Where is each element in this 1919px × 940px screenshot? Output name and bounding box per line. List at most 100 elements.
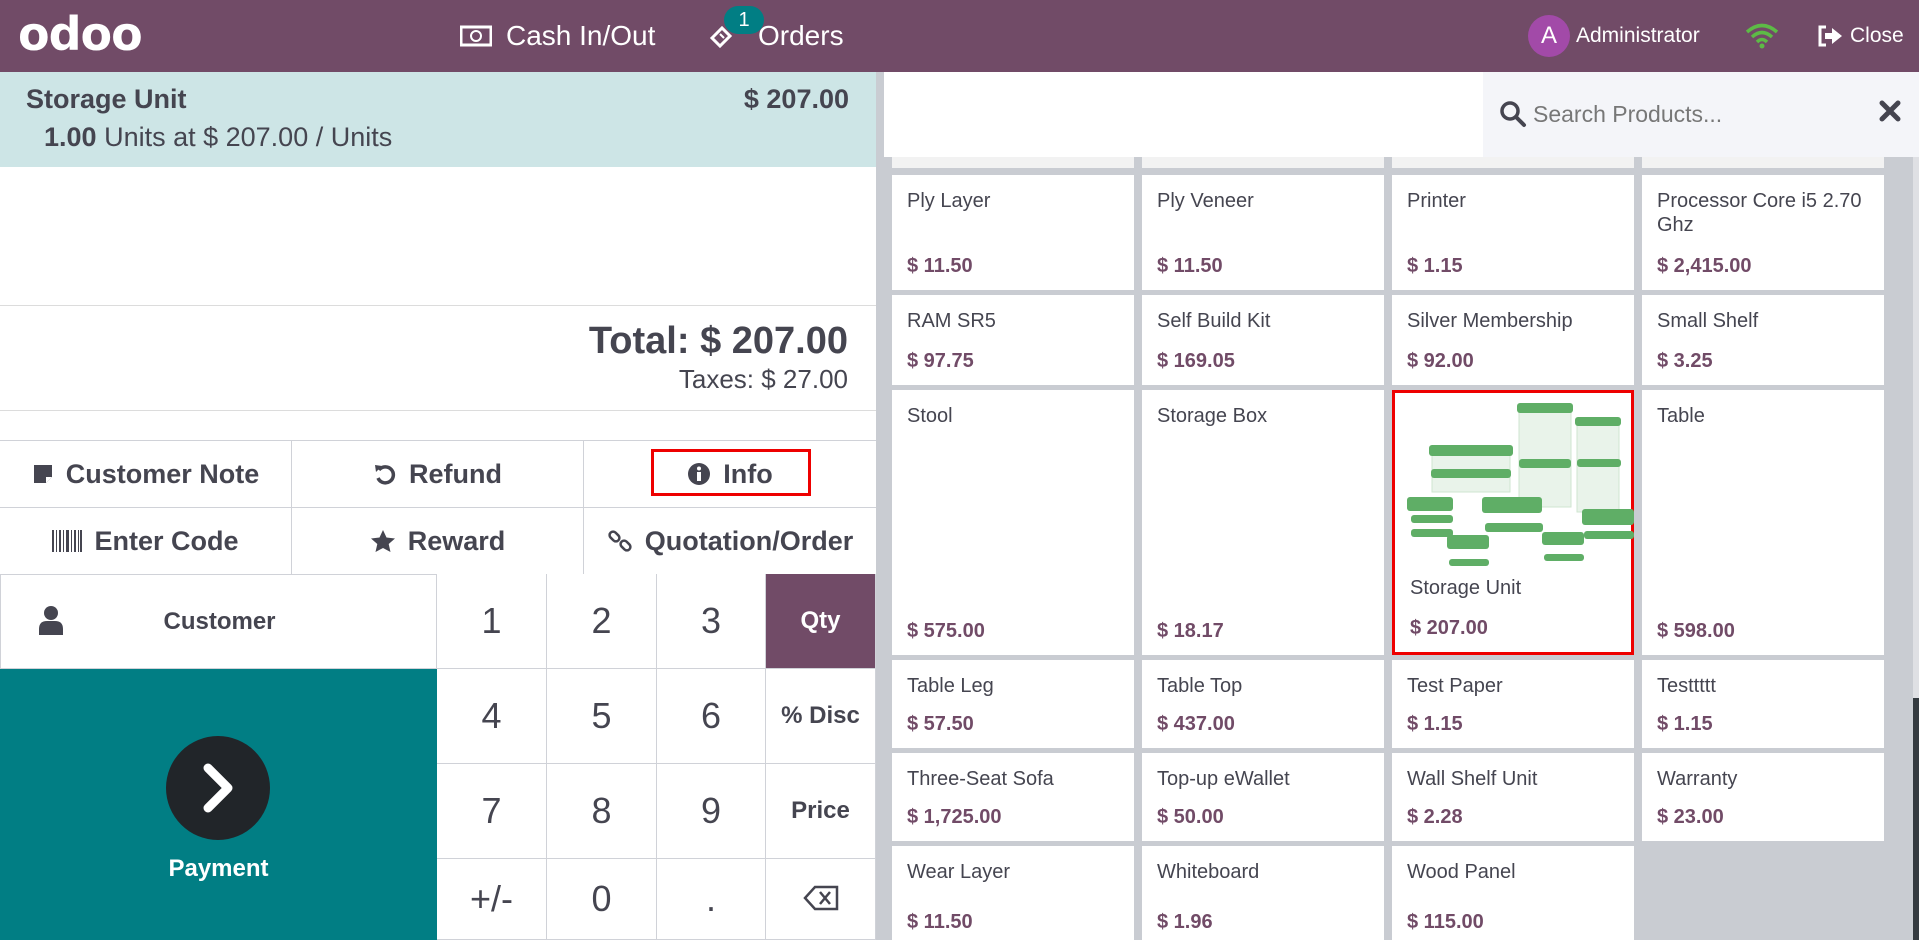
product-price: $ 207.00 xyxy=(1410,617,1488,639)
numpad-key-2[interactable]: 2 xyxy=(547,574,657,669)
product-tile[interactable]: Testtttt $ 1.15 xyxy=(1642,660,1884,748)
wifi-status-icon[interactable] xyxy=(1745,0,1779,72)
order-line-price: $ 207.00 xyxy=(743,84,849,114)
product-name: Storage Unit xyxy=(1410,577,1522,599)
product-tile[interactable]: Test Paper $ 1.15 xyxy=(1392,660,1634,748)
money-bill-icon xyxy=(460,25,492,47)
product-name: Storage Box xyxy=(1157,405,1268,427)
search-products-input[interactable] xyxy=(1533,94,1833,134)
product-tile[interactable]: Whiteboard $ 1.96 xyxy=(1142,846,1384,940)
refund-button[interactable]: Refund xyxy=(292,441,584,508)
product-tile[interactable]: Wear Layer $ 11.50 xyxy=(892,846,1134,940)
product-tile[interactable]: Storage Unit $ 207.00 xyxy=(1392,390,1634,655)
undo-icon xyxy=(373,462,397,486)
cash-in-out-button[interactable]: Cash In/Out xyxy=(460,0,655,72)
numpad-key-3[interactable]: 3 xyxy=(657,574,766,669)
numpad-key-1[interactable]: 1 xyxy=(437,574,547,669)
product-tile[interactable]: Top-up eWallet $ 50.00 xyxy=(1142,753,1384,841)
product-tile[interactable]: Table $ 598.00 xyxy=(1642,390,1884,655)
product-name: Testtttt xyxy=(1657,675,1716,697)
product-name: Wood Panel xyxy=(1407,861,1516,883)
mode-price-button[interactable]: Price xyxy=(766,764,876,859)
numpad-key-0[interactable]: 0 xyxy=(547,859,657,940)
quotation-order-button[interactable]: Quotation/Order xyxy=(584,508,876,575)
payment-label: Payment xyxy=(168,855,269,882)
product-price: $ 169.05 xyxy=(1157,350,1235,372)
cash-in-out-label: Cash In/Out xyxy=(506,20,656,51)
avatar: A xyxy=(1528,15,1570,57)
close-label: Close xyxy=(1850,24,1904,47)
scrollbar-thumb[interactable] xyxy=(1913,698,1919,940)
product-tile[interactable]: Wall Shelf Unit $ 2.28 xyxy=(1392,753,1634,841)
product-price: $ 97.75 xyxy=(907,350,974,372)
product-name: Table xyxy=(1657,405,1705,427)
numpad-key-decimal[interactable]: . xyxy=(657,859,766,940)
numpad-key-6[interactable]: 6 xyxy=(657,669,766,764)
enter-code-button[interactable]: Enter Code xyxy=(0,508,292,575)
product-panel: Ply Layer $ 11.50 Ply Veneer $ 11.50 Printer… xyxy=(884,72,1919,940)
odoo-logo[interactable]: odoo xyxy=(18,8,143,60)
info-button[interactable]: Info xyxy=(584,441,876,508)
enter-code-label: Enter Code xyxy=(94,525,239,556)
product-tile[interactable]: RAM SR5 $ 97.75 xyxy=(892,295,1134,385)
link-icon xyxy=(607,528,633,554)
user-menu[interactable]: A Administrator xyxy=(1528,0,1700,72)
product-price: $ 1.15 xyxy=(1657,713,1713,735)
numpad-key-5[interactable]: 5 xyxy=(547,669,657,764)
divider xyxy=(0,305,876,306)
search-bar xyxy=(1483,72,1919,157)
product-tile-partial[interactable] xyxy=(1642,157,1884,168)
orders-label: Orders xyxy=(758,20,844,51)
numpad-key-plus-minus[interactable]: +/- xyxy=(437,859,547,940)
product-tile[interactable]: Wood Panel $ 115.00 xyxy=(1392,846,1634,940)
numpad-key-8[interactable]: 8 xyxy=(547,764,657,859)
product-price: $ 50.00 xyxy=(1157,806,1224,828)
product-tile[interactable]: Stool $ 575.00 xyxy=(892,390,1134,655)
product-tile[interactable]: Storage Box $ 18.17 xyxy=(1142,390,1384,655)
numpad-key-7[interactable]: 7 xyxy=(437,764,547,859)
product-name: Ply Veneer xyxy=(1157,190,1254,212)
product-tile-partial[interactable] xyxy=(1392,157,1634,168)
product-tile[interactable]: Small Shelf $ 3.25 xyxy=(1642,295,1884,385)
mode-discount-button[interactable]: % Disc xyxy=(766,669,876,764)
product-tile-partial[interactable] xyxy=(892,157,1134,168)
order-line-selected[interactable]: Storage Unit $ 207.00 1.00 Units at $ 20… xyxy=(0,72,876,167)
order-taxes: Taxes: $ 27.00 xyxy=(678,364,848,394)
product-tile[interactable]: Table Top $ 437.00 xyxy=(1142,660,1384,748)
product-price: $ 1,725.00 xyxy=(907,806,1002,828)
product-tile[interactable]: Ply Layer $ 11.50 xyxy=(892,175,1134,290)
info-circle-icon xyxy=(687,462,711,486)
product-tile[interactable]: Printer $ 1.15 xyxy=(1392,175,1634,290)
product-tile[interactable]: Self Build Kit $ 169.05 xyxy=(1142,295,1384,385)
product-name: Top-up eWallet xyxy=(1157,768,1290,790)
payment-button[interactable]: Payment xyxy=(0,669,437,940)
product-tile[interactable]: Warranty $ 23.00 xyxy=(1642,753,1884,841)
customer-note-button[interactable]: Customer Note xyxy=(0,441,292,508)
numpad-key-9[interactable]: 9 xyxy=(657,764,766,859)
clear-search-icon[interactable] xyxy=(1879,100,1901,127)
divider xyxy=(0,410,876,411)
close-button[interactable]: Close xyxy=(1816,0,1904,72)
product-price: $ 115.00 xyxy=(1407,911,1484,933)
numpad-area: Customer Payment 1 2 3 Qty 4 5 6 % Disc … xyxy=(0,574,876,940)
product-tile[interactable]: Silver Membership $ 92.00 xyxy=(1392,295,1634,385)
customer-button[interactable]: Customer xyxy=(0,574,437,669)
product-tile[interactable]: Ply Veneer $ 11.50 xyxy=(1142,175,1384,290)
numpad-key-4[interactable]: 4 xyxy=(437,669,547,764)
product-price: $ 598.00 xyxy=(1657,620,1735,642)
product-name: Wear Layer xyxy=(907,861,1011,883)
product-tile[interactable]: Three-Seat Sofa $ 1,725.00 xyxy=(892,753,1134,841)
product-tile[interactable]: Table Leg $ 57.50 xyxy=(892,660,1134,748)
reward-button[interactable]: Reward xyxy=(292,508,584,575)
quotation-order-label: Quotation/Order xyxy=(644,525,854,556)
product-tile[interactable]: Processor Core i5 2.70 Ghz $ 2,415.00 xyxy=(1642,175,1884,290)
order-total: Total: $ 207.00 xyxy=(588,320,848,362)
product-price: $ 3.25 xyxy=(1657,350,1713,372)
product-tile-partial[interactable] xyxy=(1142,157,1384,168)
backspace-button[interactable] xyxy=(766,859,876,940)
product-scrollbar[interactable] xyxy=(1913,157,1919,940)
mode-qty-button[interactable]: Qty xyxy=(766,574,876,669)
chevron-right-icon xyxy=(166,736,270,840)
orders-count-badge: 1 xyxy=(724,6,764,34)
product-price: $ 437.00 xyxy=(1157,713,1235,735)
